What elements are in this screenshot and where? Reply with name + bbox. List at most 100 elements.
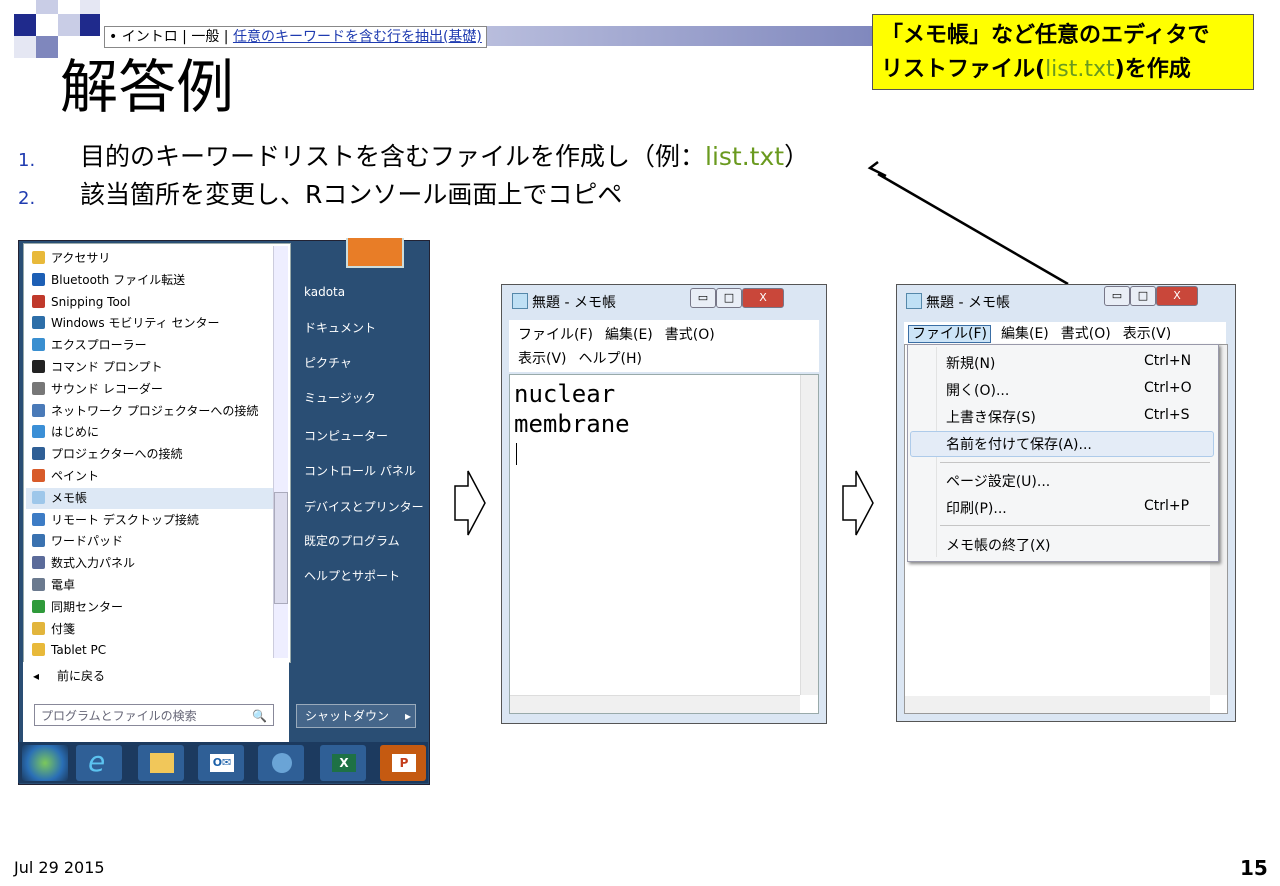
start-orb-icon[interactable] xyxy=(22,745,68,781)
start-menu-item-label: サウンド レコーダー xyxy=(51,381,163,396)
deco-square xyxy=(80,14,100,36)
explorer-icon[interactable] xyxy=(138,745,184,781)
program-list: アクセサリ Bluetooth ファイル転送 Snipping Tool Window… xyxy=(23,243,291,663)
outlook-icon[interactable]: O✉ xyxy=(198,745,244,781)
back-button[interactable]: ◂ 前に戻る xyxy=(23,662,289,690)
title-text: 無題 - メモ帳 xyxy=(926,295,1010,311)
file-menu-item[interactable]: 新規(N) xyxy=(946,353,995,373)
menu-format[interactable]: 書式(O) xyxy=(665,327,715,343)
start-menu-item[interactable]: 数式入力パネル xyxy=(32,553,135,574)
file-menu-item[interactable]: 印刷(P)... xyxy=(946,498,1007,518)
minimize-button[interactable]: ▭ xyxy=(690,288,716,308)
file-menu-item[interactable]: 開く(O)... xyxy=(946,380,1009,400)
horizontal-scrollbar[interactable] xyxy=(510,695,800,713)
step-1: 1. 目的のキーワードリストを含むファイルを作成し（例：list.txt） xyxy=(18,140,918,174)
minimize-button[interactable]: ▭ xyxy=(1104,286,1130,306)
start-menu-item[interactable]: コマンド プロンプト xyxy=(32,357,162,378)
maximize-button[interactable]: □ xyxy=(716,288,742,308)
chevron-right-icon[interactable]: ▸ xyxy=(405,705,411,727)
program-icon xyxy=(32,425,45,439)
step-text-highlight: list.txt xyxy=(705,142,785,171)
close-button[interactable]: X xyxy=(742,288,784,308)
search-input[interactable]: プログラムとファイルの検索 🔍 xyxy=(34,704,274,726)
menu-file[interactable]: ファイル(F) xyxy=(908,325,991,343)
step-text: 該当箇所を変更し、Rコンソール画面上でコピペ xyxy=(80,180,623,209)
user-avatar[interactable] xyxy=(346,238,404,268)
vertical-scrollbar[interactable] xyxy=(800,375,818,695)
notepad-icon xyxy=(512,293,528,309)
program-icon xyxy=(32,447,45,461)
close-button[interactable]: X xyxy=(1156,286,1198,306)
file-menu-item[interactable]: 名前を付けて保存(A)... xyxy=(946,434,1092,454)
deco-square xyxy=(14,14,36,36)
powerpoint-icon[interactable]: P xyxy=(380,745,426,781)
menu-separator xyxy=(940,525,1210,526)
start-right-item[interactable]: kadota xyxy=(304,285,345,299)
start-menu-item[interactable]: アクセサリ xyxy=(32,248,110,269)
menu-view[interactable]: 表示(V) xyxy=(1123,326,1172,342)
start-menu-item-label: メモ帳 xyxy=(51,490,88,505)
shutdown-button[interactable]: シャットダウン ▸ xyxy=(296,704,416,728)
start-menu-item-label: Snipping Tool xyxy=(51,294,131,309)
menu-format[interactable]: 書式(O) xyxy=(1061,326,1111,342)
menu-edit[interactable]: 編集(E) xyxy=(605,327,653,343)
start-right-item[interactable]: 既定のプログラム xyxy=(304,532,400,549)
start-menu-item[interactable]: Bluetooth ファイル転送 xyxy=(32,270,185,291)
scrollbar-thumb[interactable] xyxy=(274,492,288,604)
start-menu-item[interactable]: Windows モビリティ センター xyxy=(32,313,219,334)
menu-view[interactable]: 表示(V) xyxy=(518,351,567,367)
deco-square xyxy=(14,36,36,58)
start-right-item[interactable]: デバイスとプリンター xyxy=(304,498,424,515)
search-icon: 🔍 xyxy=(252,709,267,723)
start-menu-item[interactable]: メモ帳 xyxy=(26,487,280,509)
start-menu-item[interactable]: 付箋 xyxy=(32,619,75,640)
start-right-item[interactable]: コンピューター xyxy=(304,427,388,444)
start-right-item[interactable]: ヘルプとサポート xyxy=(304,567,400,584)
excel-icon[interactable]: X xyxy=(320,745,366,781)
start-menu-item[interactable]: Tablet PC xyxy=(32,640,106,661)
file-menu-item[interactable]: 上書き保存(S) xyxy=(946,407,1036,427)
menu-help[interactable]: ヘルプ(H) xyxy=(579,351,642,367)
start-menu-item[interactable]: 同期センター xyxy=(32,597,123,618)
program-icon xyxy=(32,578,45,591)
notepad-icon xyxy=(906,293,922,309)
menu-file[interactable]: ファイル(F) xyxy=(518,327,593,343)
internet-explorer-icon[interactable]: e xyxy=(76,745,122,781)
note-file: list.txt xyxy=(1045,57,1115,82)
start-menu-item-label: Bluetooth ファイル転送 xyxy=(51,272,186,287)
note-line-1: 「メモ帳」など任意のエディタで xyxy=(881,23,1210,48)
file-menu-item[interactable]: メモ帳の終了(X) xyxy=(946,535,1051,555)
window-controls: ▭ □ X xyxy=(690,288,784,308)
start-right-item[interactable]: コントロール パネル xyxy=(304,462,416,479)
start-menu-item[interactable]: 電卓 xyxy=(32,575,75,596)
step-2: 2. 該当箇所を変更し、Rコンソール画面上でコピペ xyxy=(18,178,918,212)
start-menu-item-label: 電卓 xyxy=(51,578,76,592)
shortcut-label: Ctrl+N xyxy=(1144,353,1192,369)
start-right-item[interactable]: ピクチャ xyxy=(304,354,352,371)
start-menu-item[interactable]: エクスプローラー xyxy=(32,335,147,356)
window-controls: ▭ □ X xyxy=(1104,286,1198,306)
start-menu-item[interactable]: Snipping Tool xyxy=(32,292,130,313)
horizontal-scrollbar[interactable] xyxy=(905,696,1210,713)
menu-edit[interactable]: 編集(E) xyxy=(1001,326,1049,342)
start-menu-item[interactable]: ワードパッド xyxy=(32,531,123,552)
start-menu-item[interactable]: ペイント xyxy=(32,466,99,487)
start-menu-item[interactable]: リモート デスクトップ接続 xyxy=(32,510,199,531)
maximize-button[interactable]: □ xyxy=(1130,286,1156,306)
text-editor[interactable]: nuclear membrane xyxy=(509,374,819,714)
start-menu-item-label: エクスプローラー xyxy=(51,338,147,353)
start-menu-item[interactable]: ネットワーク プロジェクターへの接続 xyxy=(32,401,258,422)
window-title: 無題 - メモ帳 xyxy=(906,292,1010,312)
start-right-item[interactable]: ドキュメント xyxy=(304,319,376,336)
start-menu-item[interactable]: サウンド レコーダー xyxy=(32,379,163,400)
breadcrumb-prefix: • イントロ | 一般 | xyxy=(109,29,233,45)
start-menu-item[interactable]: はじめに xyxy=(32,422,99,443)
rss-icon[interactable] xyxy=(258,745,304,781)
step-text-post: ） xyxy=(784,142,810,171)
start-menu-item[interactable]: プロジェクターへの接続 xyxy=(32,444,183,465)
editor-line: nuclear xyxy=(514,380,616,408)
file-menu-item[interactable]: ページ設定(U)... xyxy=(946,471,1050,491)
breadcrumb-link[interactable]: 任意のキーワードを含む行を抽出(基礎) xyxy=(233,29,482,45)
start-right-item[interactable]: ミュージック xyxy=(304,389,376,406)
step-number: 1. xyxy=(18,150,36,171)
